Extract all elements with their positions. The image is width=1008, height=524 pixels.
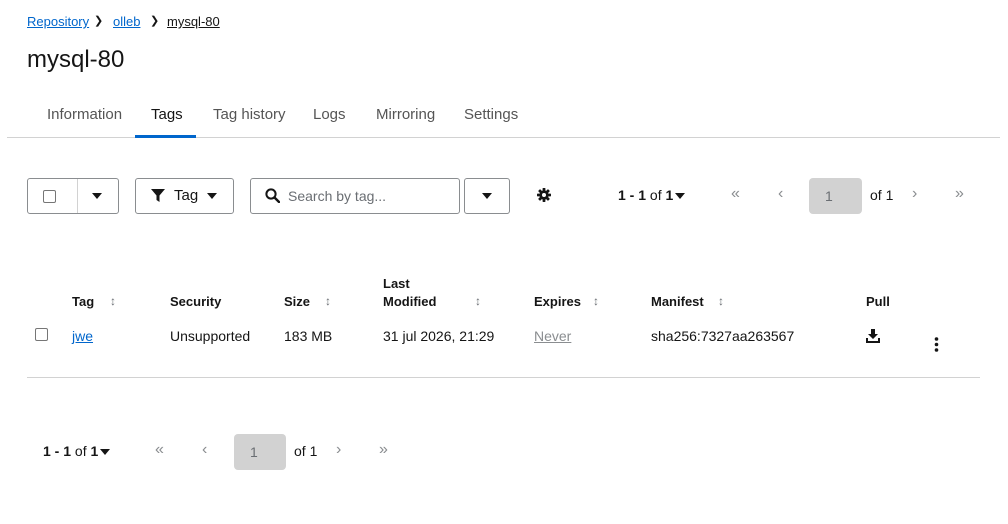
caret-down-icon[interactable] [675, 193, 685, 199]
last-page-icon[interactable]: » [955, 185, 964, 203]
bottom-page-number-input[interactable]: 1 [234, 434, 286, 470]
bottom-pagination-summary[interactable]: 1 - 1 of 1 [43, 443, 98, 459]
column-header-manifest[interactable]: Manifest [651, 293, 704, 311]
column-header-last-modified-line2[interactable]: Modified [383, 293, 436, 311]
divider [77, 179, 78, 213]
last-page-icon[interactable]: » [379, 441, 388, 459]
expires-link[interactable]: Never [534, 328, 571, 344]
first-page-icon[interactable]: « [155, 441, 164, 459]
column-header-last-modified-line1[interactable]: Last [383, 275, 410, 293]
search-options-dropdown[interactable] [464, 178, 510, 214]
breadcrumb-current: mysql-80 [167, 14, 220, 29]
sort-icon[interactable]: ↕ [593, 294, 599, 308]
caret-down-icon [207, 193, 217, 199]
pagination-of: of [649, 187, 662, 203]
breadcrumb-link-olleb[interactable]: olleb [113, 14, 140, 29]
tab-tag-history[interactable]: Tag history [213, 106, 286, 123]
search-placeholder: Search by tag... [288, 188, 387, 204]
search-icon [265, 188, 280, 203]
pagination-range: 1 - 1 [43, 443, 72, 459]
filter-icon [151, 189, 165, 202]
pagination-of: of [74, 443, 87, 459]
row-select-checkbox[interactable] [35, 328, 48, 341]
page-title: mysql-80 [27, 46, 125, 73]
column-header-pull: Pull [866, 294, 890, 309]
sort-icon[interactable]: ↕ [718, 294, 724, 308]
column-header-security: Security [170, 294, 222, 309]
sort-icon[interactable]: ↕ [325, 294, 331, 308]
row-divider [27, 377, 980, 378]
last-modified: 31 jul 2026, 21:29 [383, 328, 495, 344]
first-page-icon[interactable]: « [731, 185, 740, 203]
filter-type-label: Tag [174, 187, 199, 204]
previous-page-icon[interactable]: ‹ [778, 185, 783, 203]
page-number-input[interactable]: 1 [809, 178, 862, 214]
active-tab-indicator [135, 135, 196, 138]
gear-icon[interactable] [537, 188, 551, 202]
tag-link[interactable]: jwe [72, 328, 93, 344]
breadcrumb-link-repository[interactable]: Repository [27, 14, 89, 29]
caret-down-icon [482, 193, 492, 199]
pagination-total: 1 [90, 443, 99, 459]
previous-page-icon[interactable]: ‹ [202, 441, 207, 459]
caret-down-icon[interactable] [92, 193, 102, 199]
tab-mirroring[interactable]: Mirroring [376, 106, 435, 123]
tag-size: 183 MB [284, 328, 333, 344]
column-header-tag[interactable]: Tag [72, 293, 94, 311]
bulk-select-dropdown[interactable] [27, 178, 119, 214]
sort-icon[interactable]: ↕ [110, 294, 116, 308]
download-icon[interactable] [866, 329, 880, 343]
page-of-label: of 1 [870, 187, 894, 203]
pagination-range: 1 - 1 [618, 187, 647, 203]
chevron-right-icon: ❯ [150, 15, 160, 27]
pagination-summary[interactable]: 1 - 1 of 1 [618, 187, 673, 203]
tab-logs[interactable]: Logs [313, 106, 346, 123]
tab-tags[interactable]: Tags [151, 106, 183, 123]
kebab-icon[interactable] [934, 337, 939, 352]
chevron-right-icon: ❯ [94, 15, 104, 27]
filter-type-dropdown[interactable]: Tag [135, 178, 234, 214]
next-page-icon[interactable]: › [912, 185, 917, 203]
tab-settings[interactable]: Settings [464, 106, 518, 123]
sort-icon[interactable]: ↕ [475, 294, 481, 308]
tab-information[interactable]: Information [47, 106, 122, 123]
page-of-label: of 1 [294, 443, 318, 459]
security-status: Unsupported [170, 328, 251, 344]
manifest-digest: sha256:7327aa263567 [651, 328, 795, 344]
search-input[interactable]: Search by tag... [250, 178, 460, 214]
next-page-icon[interactable]: › [336, 441, 341, 459]
column-header-size[interactable]: Size [284, 293, 310, 311]
bulk-select-checkbox[interactable] [43, 190, 56, 203]
pagination-total: 1 [665, 187, 674, 203]
caret-down-icon[interactable] [100, 449, 110, 455]
column-header-expires[interactable]: Expires [534, 293, 581, 311]
